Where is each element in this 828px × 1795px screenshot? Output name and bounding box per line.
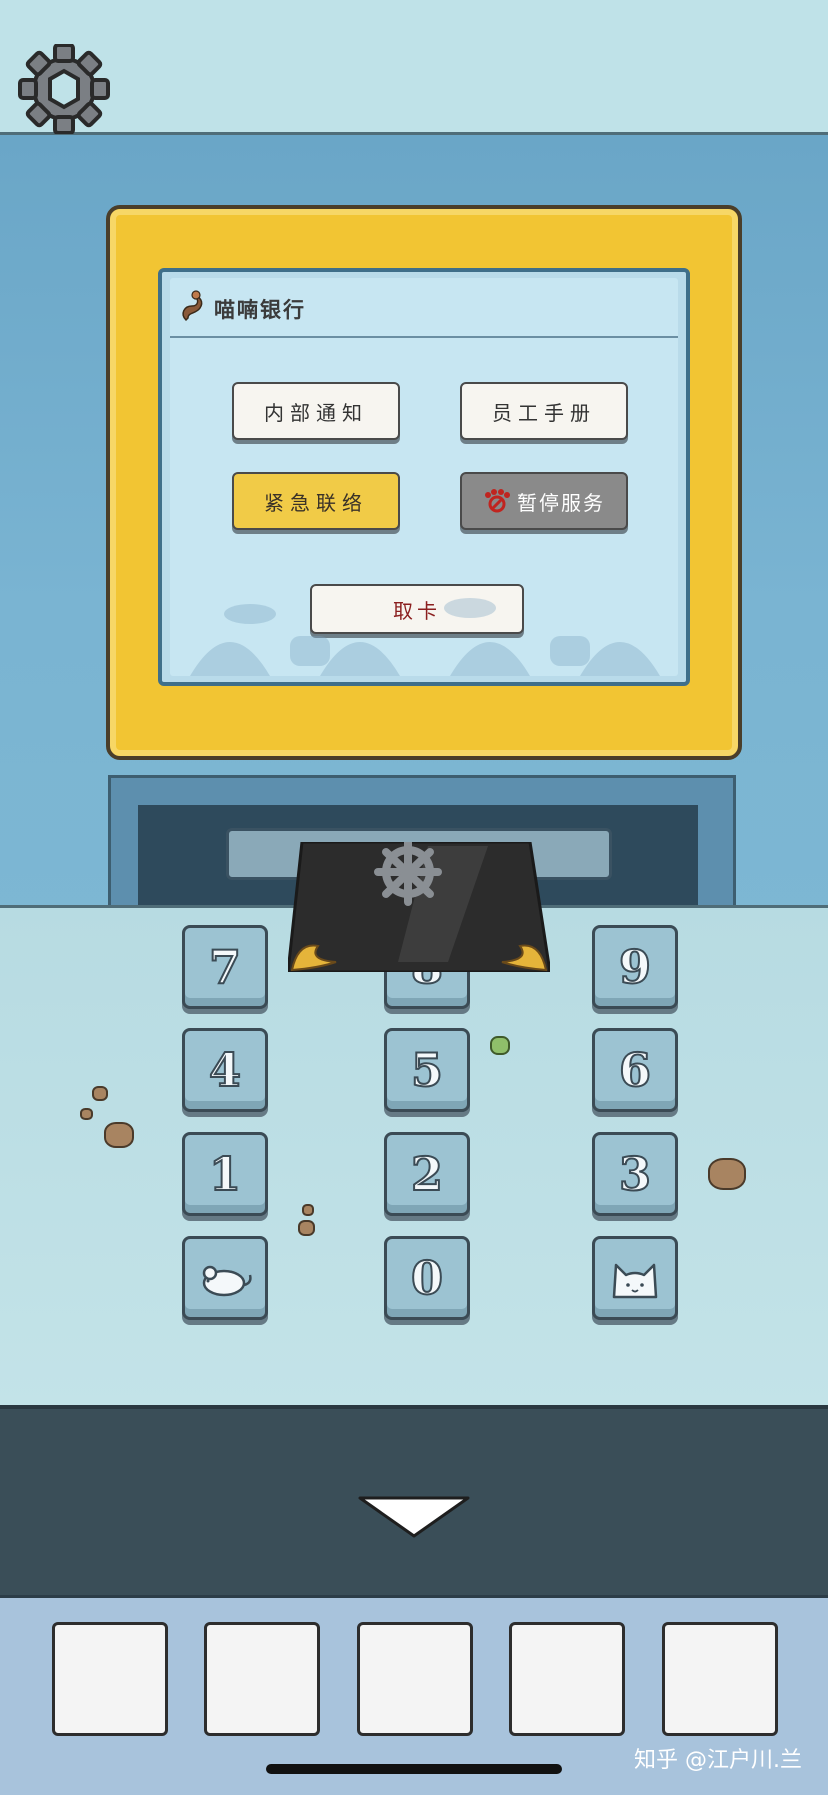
watermark: 知乎 @江户川.兰 (634, 1748, 802, 1773)
emergency-contact-button[interactable]: 紧急联络 (232, 472, 400, 530)
debris-pebble (80, 1108, 93, 1120)
mouse-icon (202, 1265, 252, 1297)
inventory-slot-3[interactable] (357, 1622, 473, 1736)
key-9[interactable]: 9 (592, 925, 678, 1009)
top-wall (0, 0, 828, 135)
screen-header: 喵喃银行 (170, 278, 678, 338)
cat-icon (612, 1263, 658, 1299)
suspend-service-label: 暂停服务 (517, 490, 605, 515)
key-cat[interactable] (592, 1236, 678, 1320)
inventory-slot-5[interactable] (662, 1622, 778, 1736)
screen-panel: 喵喃银行 内部通知 员工手册 紧急联络 暂停服务 取卡 (170, 278, 678, 676)
key-mouse[interactable] (182, 1236, 268, 1320)
key-3[interactable]: 3 (592, 1132, 678, 1216)
key-1[interactable]: 1 (182, 1132, 268, 1216)
key-2[interactable]: 2 (384, 1132, 470, 1216)
debris-pebble (298, 1220, 315, 1236)
bank-logo-icon (182, 290, 203, 322)
debris-pebble (104, 1122, 134, 1148)
key-0[interactable]: 0 (384, 1236, 470, 1320)
key-7[interactable]: 7 (182, 925, 268, 1009)
bank-card[interactable] (288, 842, 550, 972)
atm-screen: 喵喃银行 内部通知 员工手册 紧急联络 暂停服务 取卡 (158, 268, 690, 686)
key-4[interactable]: 4 (182, 1028, 268, 1112)
bank-name: 喵喃银行 (214, 298, 306, 322)
key-6[interactable]: 6 (592, 1028, 678, 1112)
chevron-down-icon[interactable] (356, 1494, 472, 1540)
debris-rock[interactable] (708, 1158, 746, 1190)
internal-notice-button[interactable]: 内部通知 (232, 382, 400, 440)
inventory-slot-2[interactable] (204, 1622, 320, 1736)
employee-handbook-button[interactable]: 员工手册 (460, 382, 628, 440)
debris-pebble (302, 1204, 314, 1216)
paw-forbidden-icon (485, 489, 510, 513)
inventory-slot-1[interactable] (52, 1622, 168, 1736)
key-5[interactable]: 5 (384, 1028, 470, 1112)
debris-pebble (92, 1086, 108, 1101)
inventory-slot-4[interactable] (509, 1622, 625, 1736)
home-indicator (266, 1764, 562, 1774)
suspend-service-button[interactable]: 暂停服务 (460, 472, 628, 530)
screen-cat-pattern (190, 598, 660, 676)
green-pea[interactable] (490, 1036, 510, 1055)
gear-icon[interactable] (14, 44, 114, 134)
